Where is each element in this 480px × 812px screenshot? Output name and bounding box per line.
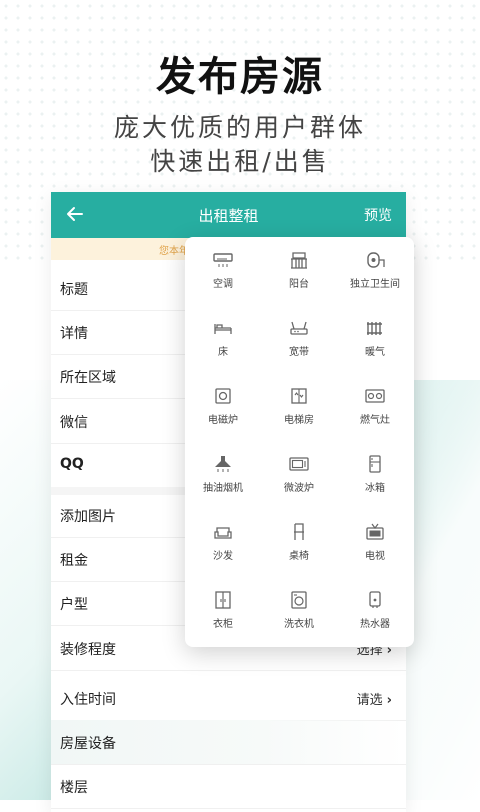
- facility-label: 衣柜: [213, 619, 233, 630]
- facility-label: 空调: [213, 279, 233, 290]
- elevator-icon: [291, 388, 307, 404]
- row-label: 入住时间: [60, 692, 116, 708]
- facility-label: 独立卫生间: [350, 279, 400, 290]
- air-conditioner-icon: [213, 253, 233, 267]
- induction-cooker-icon: [215, 388, 231, 404]
- row-label: 房屋设备: [60, 736, 116, 752]
- microwave-icon: [289, 457, 309, 471]
- facility-aircon[interactable]: 空调: [185, 237, 261, 303]
- facility-bathroom[interactable]: 独立卫生间: [337, 237, 413, 303]
- facility-wardrobe[interactable]: 衣柜: [185, 577, 261, 643]
- chevron-right-icon: ›: [386, 693, 392, 708]
- app-bar: 出租整租 预览: [51, 192, 406, 238]
- facility-label: 冰箱: [365, 483, 385, 494]
- form-row-move-in[interactable]: 入住时间 请选 ›: [51, 676, 406, 721]
- sofa-icon: [214, 527, 232, 539]
- facility-label: 电梯房: [284, 415, 314, 426]
- row-label: 装修程度: [60, 642, 116, 658]
- row-label: 楼层: [60, 780, 88, 796]
- facility-label: 桌椅: [289, 551, 309, 562]
- washing-machine-icon: [291, 591, 307, 609]
- headline: 发布房源: [156, 54, 324, 100]
- range-hood-icon: [215, 456, 231, 472]
- row-label: 微信: [60, 415, 88, 431]
- tv-icon: [366, 523, 384, 540]
- facility-water-heater[interactable]: 热水器: [337, 577, 413, 643]
- facility-label: 阳台: [289, 279, 309, 290]
- facility-heating[interactable]: 暖气: [337, 305, 413, 371]
- facility-gas-stove[interactable]: 燃气灶: [337, 373, 413, 439]
- form-row-floor[interactable]: 楼层: [51, 764, 406, 809]
- wardrobe-icon: [215, 591, 231, 609]
- facility-label: 微波炉: [284, 483, 314, 494]
- page-title: 出租整租: [198, 207, 259, 225]
- row-label: 所在区域: [60, 370, 116, 386]
- facility-fridge[interactable]: 冰箱: [337, 441, 413, 507]
- chair-icon: [294, 523, 304, 540]
- facility-sofa[interactable]: 沙发: [185, 509, 261, 575]
- row-label: 租金: [60, 553, 88, 569]
- facility-label: 电磁炉: [208, 415, 238, 426]
- facility-label: 宽带: [289, 347, 309, 358]
- facility-bed[interactable]: 床: [185, 305, 261, 371]
- facility-balcony[interactable]: 阳台: [261, 237, 337, 303]
- facility-induction-cooker[interactable]: 电磁炉: [185, 373, 261, 439]
- row-label: QQ: [60, 456, 84, 472]
- row-value: 请选 ›: [356, 693, 392, 708]
- row-label: 标题: [60, 282, 88, 298]
- facility-elevator[interactable]: 电梯房: [261, 373, 337, 439]
- facility-label: 电视: [365, 551, 385, 562]
- facility-label: 热水器: [360, 619, 390, 630]
- facility-washing-machine[interactable]: 洗衣机: [261, 577, 337, 643]
- gas-stove-icon: [365, 389, 385, 403]
- facility-label: 洗衣机: [284, 619, 314, 630]
- facility-broadband[interactable]: 宽带: [261, 305, 337, 371]
- row-label: 详情: [60, 326, 88, 342]
- radiator-icon: [367, 322, 382, 335]
- row-label: 户型: [60, 597, 88, 613]
- bed-icon: [214, 324, 232, 334]
- facilities-popup: 空调 阳台 独立卫生间 床 宽带 暖气 电磁炉 电梯房 燃气灶 抽油烟机 微波炉: [185, 237, 414, 647]
- facility-label: 床: [218, 347, 228, 358]
- facility-range-hood[interactable]: 抽油烟机: [185, 441, 261, 507]
- facility-table-chair[interactable]: 桌椅: [261, 509, 337, 575]
- preview-button[interactable]: 预览: [364, 205, 392, 225]
- facility-label: 燃气灶: [360, 415, 390, 426]
- facility-tv[interactable]: 电视: [337, 509, 413, 575]
- subtitle-line-2: 快速出租/出售: [150, 147, 330, 176]
- facility-label: 暖气: [365, 347, 385, 358]
- toilet-paper-icon: [367, 252, 385, 268]
- facility-label: 沙发: [213, 551, 233, 562]
- form-row-facilities[interactable]: 房屋设备: [51, 720, 406, 765]
- row-label: 添加图片: [60, 509, 116, 525]
- balcony-icon: [291, 252, 307, 269]
- router-icon: [290, 321, 308, 335]
- fridge-icon: [369, 455, 381, 473]
- facility-label: 抽油烟机: [203, 483, 243, 494]
- water-heater-icon: [369, 591, 381, 608]
- facility-microwave[interactable]: 微波炉: [261, 441, 337, 507]
- subtitle-line-1: 庞大优质的用户群体: [113, 113, 366, 142]
